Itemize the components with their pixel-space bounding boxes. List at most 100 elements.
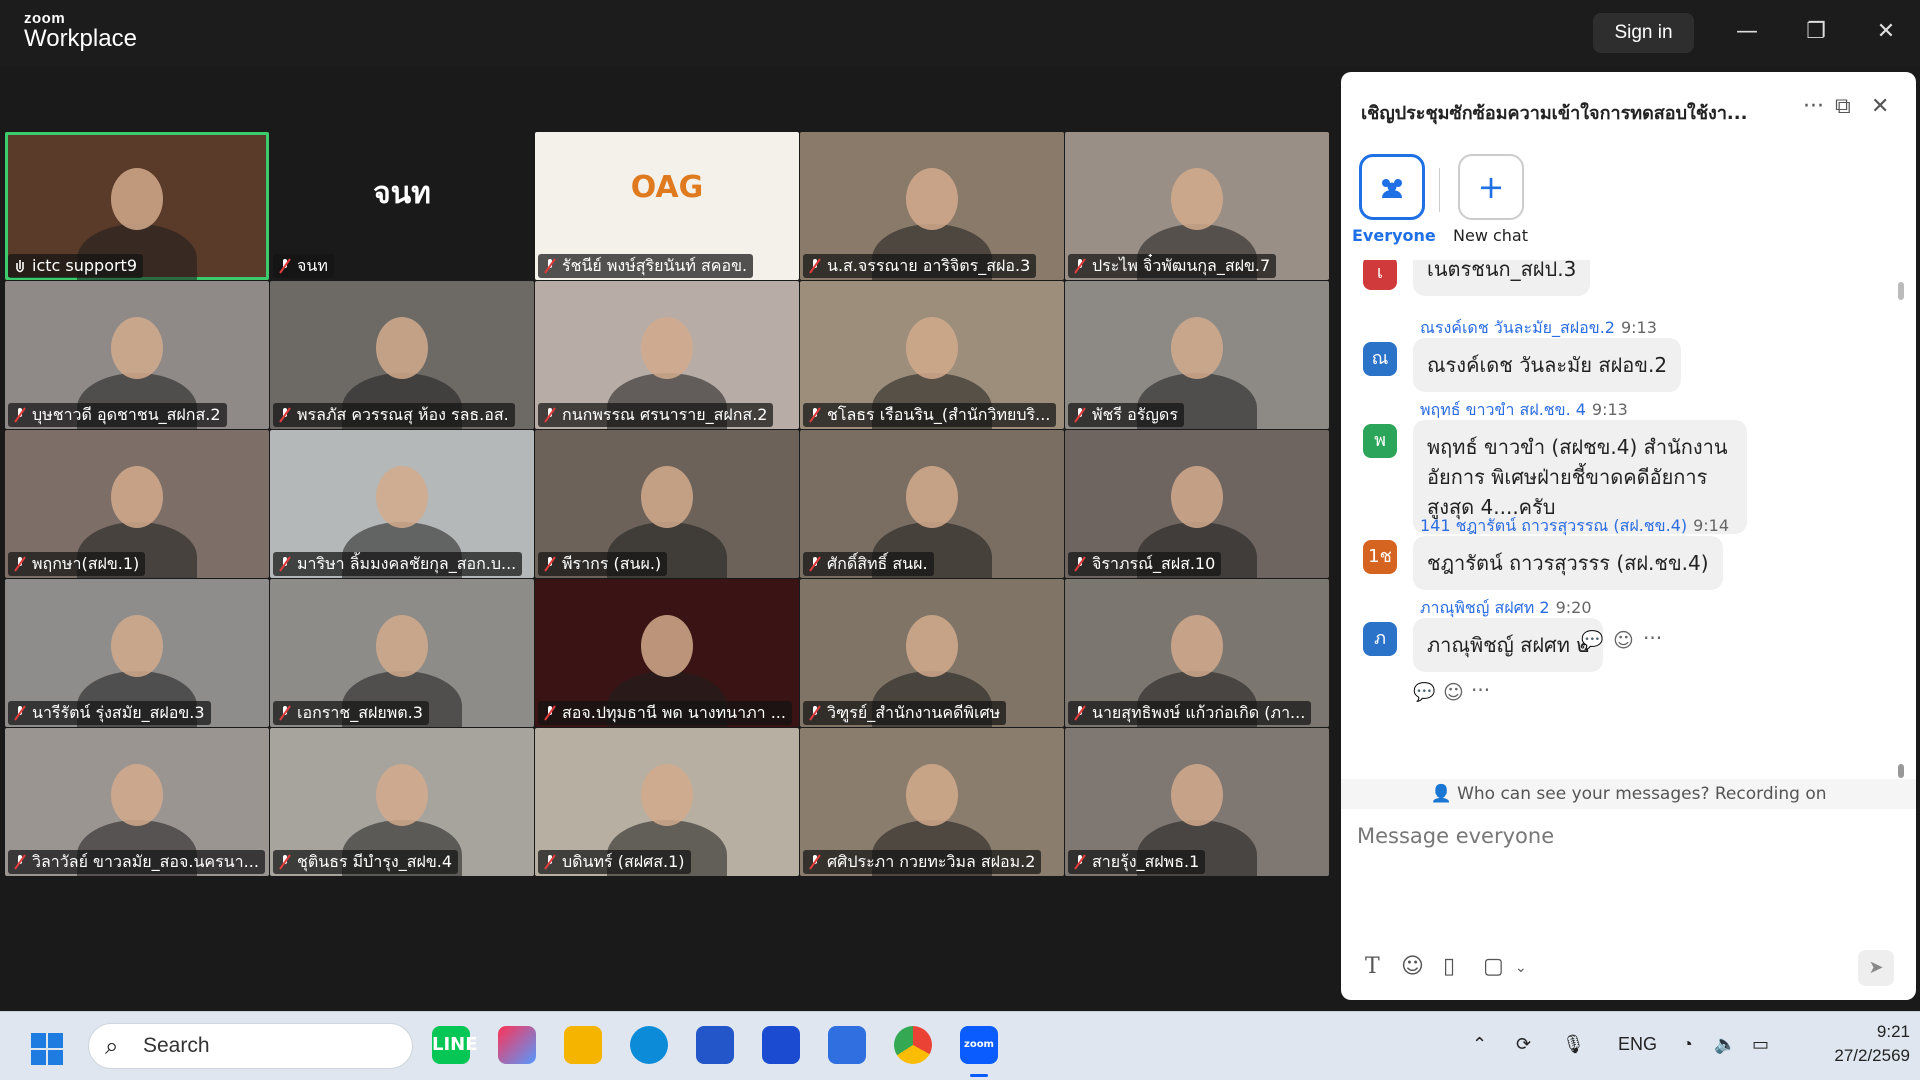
participant-tile[interactable]: ชุตินธร มีบำรุง_สฝข.4	[270, 728, 534, 876]
participant-tile[interactable]: ศศิประภา กวยทะวิมล สฝอม.2	[800, 728, 1064, 876]
participant-tile[interactable]: จิราภรณ์_สฝส.10	[1065, 430, 1329, 578]
mic-icon[interactable]: 🎙	[1562, 1034, 1585, 1055]
text-format-icon[interactable]: T	[1365, 954, 1380, 979]
participant-tile[interactable]: สอจ.ปทุมธานี พด นางทนาภา ...	[535, 579, 799, 727]
thread-reply-icon[interactable]: 💬	[1413, 682, 1435, 703]
line-app-icon[interactable]: LINE	[432, 1026, 478, 1064]
participant-tile[interactable]: วิลาวัลย์ ขาวลมัย_สอจ.นครนา...	[5, 728, 269, 876]
message-bubble[interactable]: ภาณุพิชญ์ สฝศท ๒	[1413, 618, 1604, 672]
emoji-icon[interactable]: ☺	[1401, 954, 1424, 979]
clock[interactable]: 9:21 27/2/2569	[1800, 1020, 1910, 1068]
popout-icon[interactable]: ⧉	[1835, 94, 1851, 119]
participant-name: กนกพรรณ ศรนาราย_สฝกส.2	[538, 403, 774, 427]
participant-tile[interactable]: สายรุ้ง_สฝพธ.1	[1065, 728, 1329, 876]
avatar[interactable]: 1ช	[1363, 540, 1397, 574]
participant-tile[interactable]: พีรากร (สนผ.)	[535, 430, 799, 578]
message-bubble[interactable]: ชฎารัตน์ ถาวรสุวรรร (สฝ.ชข.4)	[1413, 536, 1723, 590]
zoom-taskbar-icon[interactable]: zoom	[960, 1026, 998, 1064]
thread-reaction-icon[interactable]: ☺	[1443, 680, 1464, 704]
file-icon[interactable]: ▯	[1443, 954, 1455, 979]
participant-name-text: นารีรัตน์ รุ่งสมัย_สฝอข.3	[32, 703, 205, 722]
participant-tile[interactable]: เอกราช_สฝยพต.3	[270, 579, 534, 727]
participant-head	[111, 317, 163, 379]
participant-name-text: ictc support9	[32, 256, 138, 275]
participant-tile[interactable]: นารีรัตน์ รุ่งสมัย_สฝอข.3	[5, 579, 269, 727]
participant-tile[interactable]: มาริษา ลิ้มมงคลชัยกุล_สอก.บ...	[270, 430, 534, 578]
user-lock-icon: 👤	[1430, 784, 1452, 804]
tab-everyone[interactable]	[1359, 154, 1425, 220]
scrollbar-bottom[interactable]	[1898, 764, 1904, 778]
taskbar: ⌕ Search LINE zoom ⌃ ⟳ 🎙 ENG ◔ 🔈 ▭ 9:21 …	[0, 1011, 1920, 1080]
reply-icon[interactable]: 💬	[1581, 630, 1603, 651]
participant-tile[interactable]: วิฑูรย์_สำนักงานคดีพิเศษ	[800, 579, 1064, 727]
message-time: 9:13	[1591, 400, 1628, 419]
chevron-down-icon[interactable]: ⌄	[1515, 960, 1527, 976]
participant-tile[interactable]: บุษชาวดี อุดชาชน_สฝกส.2	[5, 281, 269, 429]
participant-tile[interactable]: ศักดิ์สิทธิ์ สนผ.	[800, 430, 1064, 578]
sender-name-text: พฤทธ์ ขาวขำ สฝ.ชข. 4	[1420, 400, 1586, 419]
volume-icon[interactable]: 🔈	[1714, 1034, 1736, 1055]
avatar[interactable]: พ	[1363, 424, 1397, 458]
remote-desktop-icon[interactable]	[828, 1026, 866, 1064]
participant-tile[interactable]: ictc support9	[5, 132, 269, 280]
participant-tile[interactable]: ประไพ จิ๋วพัฒนกุล_สฝข.7	[1065, 132, 1329, 280]
chevron-up-icon[interactable]: ⌃	[1472, 1034, 1487, 1055]
participant-tile[interactable]: OAG รัชนีย์ พงษ์สุริยนันท์ สคอข.	[535, 132, 799, 280]
store-icon[interactable]	[696, 1026, 734, 1064]
sync-icon[interactable]: ⟳	[1516, 1034, 1531, 1055]
clock-time: 9:21	[1876, 1022, 1910, 1041]
sign-in-button[interactable]: Sign in	[1593, 13, 1694, 53]
restore-button[interactable]: ❐	[1798, 14, 1834, 50]
chrome-icon[interactable]	[894, 1026, 932, 1064]
app-icon[interactable]	[762, 1026, 800, 1064]
muted-mic-icon	[544, 258, 556, 274]
participant-name: นารีรัตน์ รุ่งสมัย_สฝอข.3	[8, 701, 211, 725]
edge-icon[interactable]	[630, 1026, 668, 1064]
participant-tile[interactable]: ชโลธร เรือนริน_(สำนักวิทยบริ...	[800, 281, 1064, 429]
copilot-icon[interactable]	[498, 1026, 536, 1064]
participant-name: น.ส.จรรณาย อาริจิตร_สฝอ.3	[803, 254, 1037, 278]
participant-head	[906, 764, 958, 826]
language-indicator[interactable]: ENG	[1618, 1034, 1657, 1055]
new-chat-button[interactable]: +	[1458, 154, 1524, 220]
participant-head	[376, 764, 428, 826]
scrollbar-thumb[interactable]	[1898, 282, 1904, 300]
file-explorer-icon[interactable]	[564, 1026, 602, 1064]
participant-head	[641, 764, 693, 826]
avatar[interactable]: เ	[1363, 260, 1397, 290]
wifi-icon[interactable]: ◔	[1682, 1034, 1693, 1055]
participant-tile[interactable]: นายสุทธิพงษ์ แก้วก่อเกิด (ภา...	[1065, 579, 1329, 727]
message-input[interactable]: Message everyone	[1357, 824, 1554, 848]
taskbar-search[interactable]: ⌕ Search	[88, 1023, 413, 1069]
thread-more-icon[interactable]: ···	[1471, 678, 1490, 702]
message-bubble[interactable]: เนตรชนก_สฝป.3	[1413, 260, 1591, 296]
add-reaction-icon[interactable]: ☺	[1613, 628, 1634, 652]
avatar[interactable]: ณ	[1363, 342, 1397, 376]
clock-date: 27/2/2569	[1834, 1046, 1910, 1065]
participant-name: พฤกษา(สฝข.1)	[8, 552, 146, 576]
participant-tile[interactable]: น.ส.จรรณาย อาริจิตร_สฝอ.3	[800, 132, 1064, 280]
participant-tile[interactable]: กนกพรรณ ศรนาราย_สฝกส.2	[535, 281, 799, 429]
close-button[interactable]: ✕	[1868, 14, 1904, 50]
windows-start-icon[interactable]	[30, 1032, 64, 1066]
notice-text: Who can see your messages? Recording on	[1457, 784, 1827, 804]
participant-grid: ictc support9 จนท จนท OAG รัชนีย์ พงษ์สุริยน…	[5, 132, 1329, 876]
participant-tile[interactable]: พฤกษา(สฝข.1)	[5, 430, 269, 578]
avatar[interactable]: ภ	[1363, 622, 1397, 656]
screenshot-icon[interactable]: ▢	[1483, 954, 1504, 979]
participant-tile[interactable]: จนท จนท	[270, 132, 534, 280]
battery-icon[interactable]: ▭	[1752, 1034, 1769, 1055]
recording-notice[interactable]: 👤 Who can see your messages? Recording o…	[1341, 779, 1916, 809]
participant-head	[641, 615, 693, 677]
send-button[interactable]: ➤	[1858, 950, 1894, 986]
close-chat-icon[interactable]: ✕	[1871, 94, 1889, 119]
more-icon[interactable]: ···	[1643, 626, 1662, 650]
zoom-logo: zoom Workplace	[24, 10, 137, 53]
participant-tile[interactable]: พรลภัส ควรรณสุ ห้อง รลธ.อส.	[270, 281, 534, 429]
more-options-icon[interactable]: ···	[1803, 94, 1824, 119]
minimize-button[interactable]: —	[1729, 14, 1765, 50]
participant-name-text: จิราภรณ์_สฝส.10	[1092, 554, 1216, 573]
participant-tile[interactable]: บดินทร์ (สฝศส.1)	[535, 728, 799, 876]
message-bubble[interactable]: ณรงค์เดช วันละมัย สฝอข.2	[1413, 338, 1682, 392]
participant-tile[interactable]: พัชรี อรัญดร	[1065, 281, 1329, 429]
